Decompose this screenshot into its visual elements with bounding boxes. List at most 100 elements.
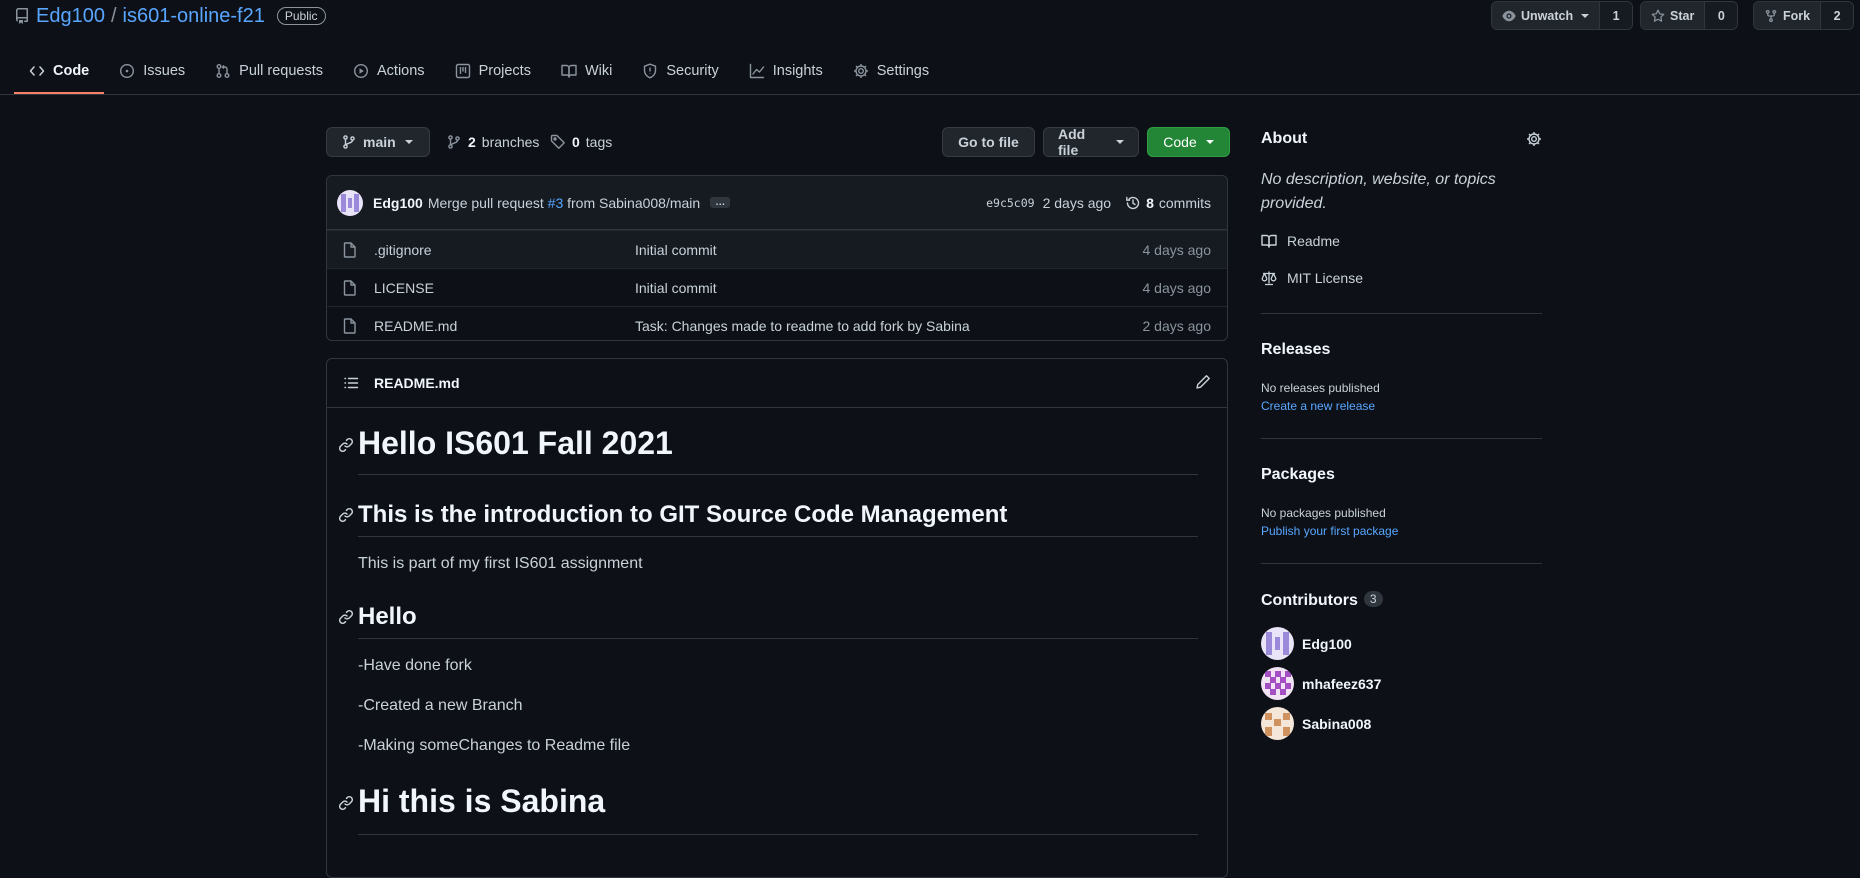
repo-icon bbox=[14, 8, 30, 24]
link-icon[interactable] bbox=[338, 795, 354, 811]
commit-sha-link[interactable]: e9c5c09 bbox=[986, 196, 1034, 210]
tab-issues-label: Issues bbox=[143, 63, 186, 79]
star-button[interactable]: Star bbox=[1641, 2, 1705, 29]
about-description: No description, website, or topics provi… bbox=[1261, 171, 1496, 212]
avatar bbox=[1261, 667, 1294, 700]
list-icon[interactable] bbox=[343, 375, 359, 391]
tab-projects[interactable]: Projects bbox=[440, 50, 546, 92]
tab-security[interactable]: Security bbox=[627, 50, 733, 92]
contributor-item[interactable]: Sabina008 bbox=[1261, 707, 1371, 740]
commit-author-link[interactable]: Edg100 bbox=[373, 195, 423, 211]
link-icon[interactable] bbox=[338, 609, 354, 625]
file-name-link[interactable]: README.md bbox=[374, 318, 457, 334]
book-icon bbox=[561, 63, 577, 79]
heading-rule bbox=[358, 536, 1198, 537]
go-to-file-button[interactable]: Go to file bbox=[942, 127, 1035, 157]
readme-heading-1: Hi this is Sabina bbox=[358, 783, 606, 819]
commits-history-link[interactable]: 8 commits bbox=[1125, 195, 1211, 211]
pencil-icon[interactable] bbox=[1195, 374, 1211, 390]
link-icon[interactable] bbox=[338, 437, 354, 453]
repo-owner-link[interactable]: Edg100 bbox=[36, 5, 105, 28]
repo-title: Edg100 / is601-online-f21 Public bbox=[14, 2, 326, 30]
contributors-title-label: Contributors bbox=[1261, 592, 1358, 609]
releases-empty-text: No releases published bbox=[1261, 381, 1380, 395]
create-release-link[interactable]: Create a new release bbox=[1261, 399, 1375, 413]
tab-settings[interactable]: Settings bbox=[838, 50, 944, 92]
license-link-label: MIT License bbox=[1287, 270, 1363, 286]
code-icon bbox=[29, 63, 45, 79]
branches-link[interactable]: 2 branches bbox=[446, 132, 539, 152]
avatar bbox=[1261, 627, 1294, 660]
file-name-link[interactable]: LICENSE bbox=[374, 280, 434, 296]
star-label: Star bbox=[1670, 8, 1695, 23]
readme-header: README.md bbox=[327, 359, 1227, 408]
file-row[interactable]: README.md Task: Changes made to readme t… bbox=[327, 306, 1227, 340]
tab-pull-requests[interactable]: Pull requests bbox=[200, 50, 338, 92]
tab-insights[interactable]: Insights bbox=[734, 50, 838, 92]
tabs-divider bbox=[0, 94, 1860, 95]
license-link[interactable]: MIT License bbox=[1261, 270, 1363, 286]
expand-commit-button[interactable]: … bbox=[710, 197, 731, 208]
pull-request-icon bbox=[215, 63, 231, 79]
commit-meta: e9c5c09 2 days ago 8 commits bbox=[986, 176, 1211, 229]
repo-name-link[interactable]: is601-online-f21 bbox=[123, 5, 265, 28]
readme-panel: README.md Hello IS601 Fall 2021 This is … bbox=[326, 358, 1228, 878]
heading-rule bbox=[358, 638, 1198, 639]
branch-select-button[interactable]: main bbox=[326, 127, 430, 157]
eye-icon bbox=[1502, 9, 1516, 23]
file-age: 2 days ago bbox=[1142, 317, 1212, 334]
add-file-button[interactable]: Add file bbox=[1043, 126, 1139, 158]
tab-issues[interactable]: Issues bbox=[104, 50, 200, 92]
commit-message[interactable]: Merge pull request #3 from Sabina008/mai… bbox=[428, 195, 700, 211]
file-age: 4 days ago bbox=[1142, 279, 1212, 296]
repo-separator: / bbox=[110, 4, 117, 27]
gear-icon bbox=[853, 63, 869, 79]
branches-count: 2 bbox=[468, 134, 476, 150]
file-name-link[interactable]: .gitignore bbox=[374, 242, 432, 258]
readme-link[interactable]: Readme bbox=[1261, 233, 1340, 249]
star-button-group: Star 0 bbox=[1640, 1, 1739, 30]
code-button[interactable]: Code bbox=[1147, 127, 1230, 157]
file-row[interactable]: LICENSE Initial commit 4 days ago bbox=[327, 268, 1227, 306]
gear-icon[interactable] bbox=[1526, 131, 1542, 147]
releases-title[interactable]: Releases bbox=[1261, 341, 1330, 359]
sidebar-divider bbox=[1261, 438, 1542, 439]
unwatch-button[interactable]: Unwatch bbox=[1492, 2, 1600, 29]
packages-empty-text: No packages published bbox=[1261, 506, 1386, 520]
file-age: 4 days ago bbox=[1142, 241, 1212, 258]
forks-count[interactable]: 2 bbox=[1820, 2, 1854, 29]
avatar[interactable] bbox=[337, 189, 363, 216]
stars-count[interactable]: 0 bbox=[1704, 2, 1738, 29]
tab-actions[interactable]: Actions bbox=[338, 50, 440, 92]
file-commit-message[interactable]: Initial commit bbox=[635, 280, 717, 296]
sidebar-divider bbox=[1261, 563, 1542, 564]
watchers-count[interactable]: 1 bbox=[1599, 2, 1633, 29]
contributor-name: Edg100 bbox=[1302, 635, 1352, 652]
pr-link[interactable]: #3 bbox=[548, 195, 564, 211]
fork-button[interactable]: Fork bbox=[1754, 2, 1821, 29]
book-icon bbox=[1261, 233, 1277, 249]
fork-icon bbox=[1764, 9, 1778, 23]
tab-projects-label: Projects bbox=[478, 63, 531, 79]
issue-icon bbox=[119, 63, 135, 79]
contributor-item[interactable]: mhafeez637 bbox=[1261, 667, 1381, 700]
code-button-label: Code bbox=[1163, 134, 1197, 150]
publish-package-link[interactable]: Publish your first package bbox=[1261, 524, 1398, 538]
packages-title[interactable]: Packages bbox=[1261, 466, 1335, 484]
tab-code[interactable]: Code bbox=[14, 50, 105, 94]
readme-paragraph: -Making someChanges to Readme file bbox=[358, 737, 631, 754]
file-commit-message[interactable]: Initial commit bbox=[635, 242, 717, 258]
history-icon bbox=[1125, 195, 1141, 211]
contributor-item[interactable]: Edg100 bbox=[1261, 627, 1352, 660]
file-row[interactable]: .gitignore Initial commit 4 days ago bbox=[327, 230, 1227, 268]
avatar bbox=[1261, 707, 1294, 740]
star-icon bbox=[1651, 9, 1665, 23]
graph-icon bbox=[749, 63, 765, 79]
file-commit-message[interactable]: Task: Changes made to readme to add fork… bbox=[635, 318, 970, 334]
tags-link[interactable]: 0 tags bbox=[550, 132, 612, 152]
commits-label: commits bbox=[1158, 194, 1211, 211]
contributors-title[interactable]: Contributors 3 bbox=[1261, 591, 1383, 610]
link-icon[interactable] bbox=[338, 507, 354, 523]
file-icon bbox=[343, 318, 357, 334]
tab-wiki[interactable]: Wiki bbox=[546, 50, 627, 92]
